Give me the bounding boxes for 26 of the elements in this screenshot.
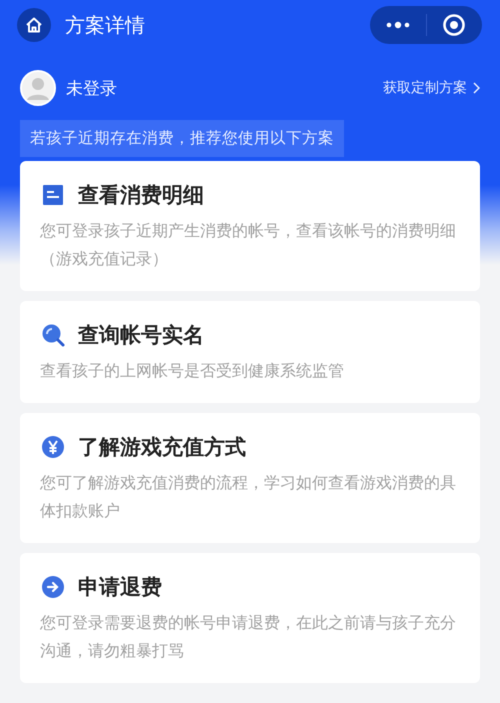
home-icon [25, 16, 43, 34]
card-title: 了解游戏充值方式 [78, 434, 246, 461]
card-description: 查看孩子的上网帐号是否受到健康系统监管 [40, 360, 345, 382]
plan-card[interactable]: 申请退费 您可登录需要退费的帐号申请退费，在此之前请与孩子充分沟通，请勿粗暴打骂 [20, 553, 480, 683]
page-title: 方案详情 [65, 12, 146, 38]
card-title: 查询帐号实名 [78, 322, 204, 349]
document-icon [40, 182, 66, 208]
home-button[interactable] [17, 8, 51, 42]
plan-card[interactable]: 查看消费明细 您可登录孩子近期产生消费的帐号，查看该帐号的消费明细（游戏充值记录） [20, 161, 480, 291]
yen-icon [40, 434, 66, 460]
card-description: 您可登录需要退费的帐号申请退费，在此之前请与孩子充分沟通，请勿粗暴打骂 [40, 612, 456, 662]
more-icon [386, 21, 410, 29]
plan-card[interactable]: 查询帐号实名 查看孩子的上网帐号是否受到健康系统监管 [20, 301, 480, 403]
arrow-right-icon [40, 574, 66, 600]
card-title: 查看消费明细 [78, 182, 204, 209]
card-description: 您可登录孩子近期产生消费的帐号，查看该帐号的消费明细（游戏充值记录） [40, 220, 456, 270]
custom-plan-link[interactable]: 获取定制方案 [383, 79, 480, 97]
card-description: 您可了解游戏充值消费的流程，学习如何查看游戏消费的具体扣款账户 [40, 472, 456, 522]
notice-banner: 若孩子近期存在消费，推荐您使用以下方案 [20, 120, 344, 157]
plan-card[interactable]: 了解游戏充值方式 您可了解游戏充值消费的流程，学习如何查看游戏消费的具体扣款账户 [20, 413, 480, 543]
user-name: 未登录 [66, 78, 118, 100]
avatar-icon [20, 70, 56, 106]
close-icon [442, 13, 466, 37]
search-icon [40, 322, 66, 348]
card-title: 申请退费 [78, 574, 162, 601]
chevron-right-icon [473, 82, 480, 94]
